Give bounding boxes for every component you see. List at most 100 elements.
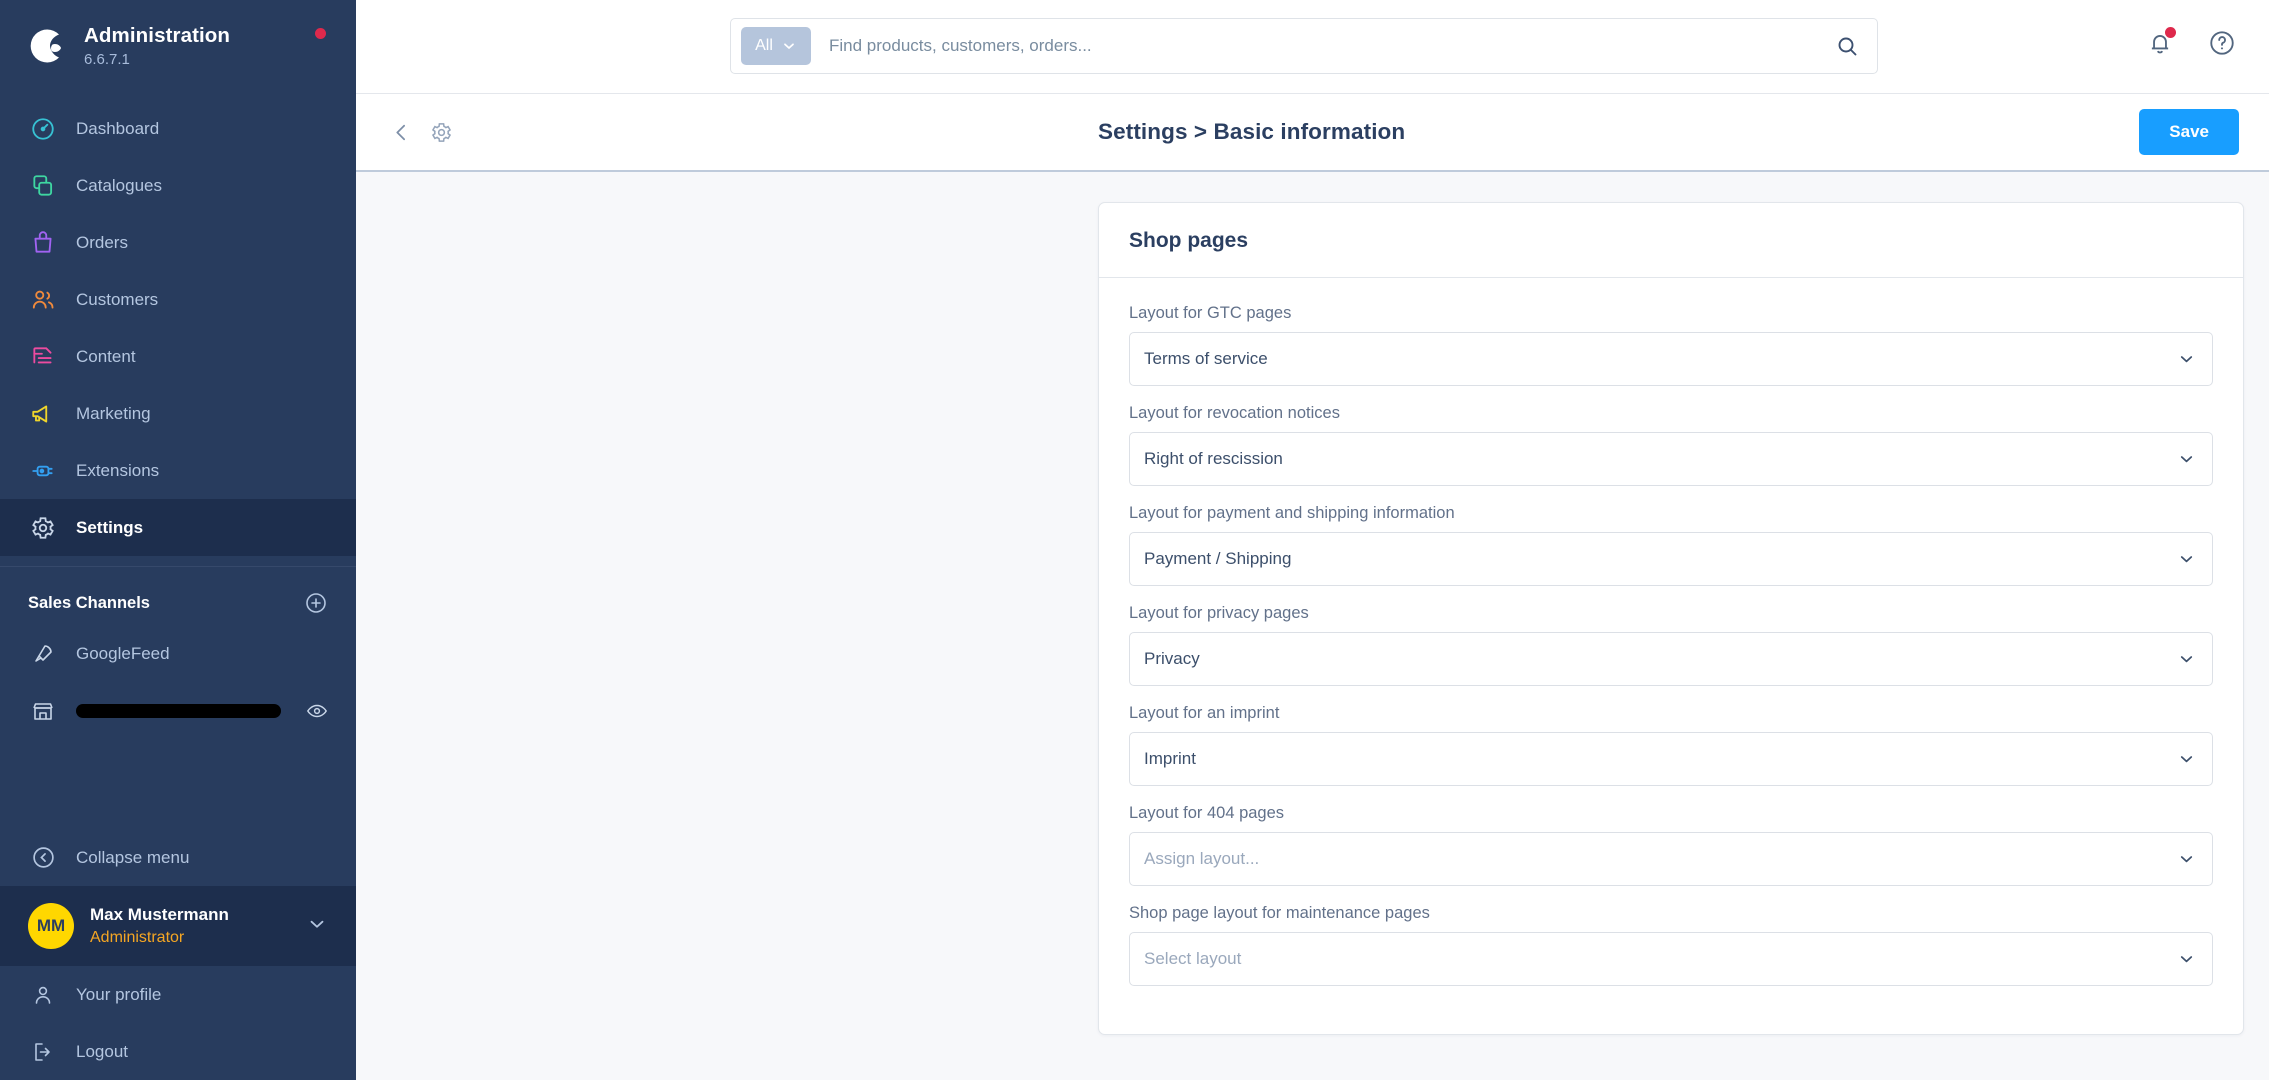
field-label: Layout for payment and shipping informat…: [1129, 504, 1455, 522]
sidebar-item-label: Settings: [76, 518, 144, 537]
page-header: Settings > Basic information Save: [356, 94, 2269, 172]
search-scope-label: All: [755, 37, 773, 54]
chevron-down-icon: [2177, 650, 2196, 669]
avatar: MM: [28, 903, 74, 949]
update-status-dot: [315, 28, 326, 39]
card-header: Shop pages: [1099, 203, 2243, 278]
select-maintenance-pages[interactable]: Select layout: [1129, 932, 2213, 986]
redacted-sales-channel-name: [76, 703, 281, 718]
search-icon[interactable]: [1825, 24, 1869, 68]
sidebar-item-label: Extensions: [76, 461, 160, 480]
main-area: All Find products, customers, orders... …: [356, 0, 2269, 1080]
content-icon: [28, 342, 58, 372]
sidebar-item-catalogues[interactable]: Catalogues: [0, 157, 356, 214]
chevron-down-icon: [781, 38, 797, 54]
eye-icon[interactable]: [306, 700, 328, 722]
storefront-icon: [28, 696, 58, 726]
select-gtc-pages[interactable]: Terms of service: [1129, 332, 2213, 386]
notification-badge-dot: [2165, 27, 2176, 38]
shopware-logo-icon: [28, 26, 68, 66]
select-imprint[interactable]: Imprint: [1129, 732, 2213, 786]
search-input[interactable]: [811, 36, 1825, 56]
select-value: Privacy: [1144, 649, 1200, 668]
sidebar-item-orders[interactable]: Orders: [0, 214, 356, 271]
global-search-bar: All: [730, 18, 1878, 74]
collapse-menu-button[interactable]: Collapse menu: [0, 829, 356, 886]
sidebar-item-label: Customers: [76, 290, 159, 309]
sidebar-brand[interactable]: Administration 6.6.7.1: [0, 0, 356, 92]
search-scope-dropdown[interactable]: All: [741, 27, 811, 65]
field-maintenance-pages: Shop page layout for maintenance pages S…: [1129, 904, 2213, 986]
sales-channel-item-googlefeed[interactable]: GoogleFeed: [0, 625, 356, 682]
logout-icon: [28, 1037, 58, 1067]
topbar: All: [356, 0, 2269, 94]
field-gtc-pages: Layout for GTC pages Terms of service: [1129, 304, 2213, 386]
select-revocation-notices[interactable]: Right of rescission: [1129, 432, 2213, 486]
sidebar-item-label: Your profile: [76, 984, 162, 1004]
card-body: Layout for GTC pages Terms of service La…: [1099, 278, 2243, 1034]
field-404-pages: Layout for 404 pages Assign layout...: [1129, 804, 2213, 886]
sidebar-item-dashboard[interactable]: Dashboard: [0, 100, 356, 157]
user-menu[interactable]: MM Max Mustermann Administrator: [0, 886, 356, 966]
select-value: Terms of service: [1144, 349, 1268, 368]
select-value: Right of rescission: [1144, 449, 1283, 468]
sales-channel-item-redacted[interactable]: [0, 682, 356, 739]
bell-icon[interactable]: [2143, 26, 2177, 60]
help-circle-icon[interactable]: [2205, 26, 2239, 60]
user-name: Max Mustermann: [90, 904, 229, 924]
select-value: Select layout: [1144, 949, 1242, 968]
sidebar-item-logout[interactable]: Logout: [0, 1023, 356, 1080]
field-label: Layout for revocation notices: [1129, 404, 1340, 422]
select-404-pages[interactable]: Assign layout...: [1129, 832, 2213, 886]
select-value: Imprint: [1144, 749, 1196, 768]
breadcrumb: Settings > Basic information: [1098, 119, 1406, 144]
sidebar-item-content[interactable]: Content: [0, 328, 356, 385]
chevron-down-icon: [2177, 550, 2196, 569]
sidebar-item-customers[interactable]: Customers: [0, 271, 356, 328]
sidebar-item-marketing[interactable]: Marketing: [0, 385, 356, 442]
save-button[interactable]: Save: [2139, 109, 2239, 155]
select-privacy-pages[interactable]: Privacy: [1129, 632, 2213, 686]
field-label: Layout for privacy pages: [1129, 604, 1309, 622]
sidebar-item-label: Catalogues: [76, 176, 163, 195]
catalogues-icon: [28, 171, 58, 201]
collapse-menu-label: Collapse menu: [76, 847, 190, 867]
sidebar-item-label: Content: [76, 347, 136, 366]
customers-icon: [28, 285, 58, 315]
marketing-icon: [28, 399, 58, 429]
extensions-icon: [28, 456, 58, 486]
add-circle-icon[interactable]: [304, 591, 328, 615]
chevron-down-icon: [2177, 950, 2196, 969]
field-imprint: Layout for an imprint Imprint: [1129, 704, 2213, 786]
chevron-down-icon: [2177, 350, 2196, 369]
field-label: Layout for GTC pages: [1129, 304, 1292, 322]
rocket-icon: [28, 639, 58, 669]
user-role: Administrator: [90, 928, 185, 946]
field-label: Layout for 404 pages: [1129, 804, 1285, 822]
chevron-left-icon[interactable]: [384, 115, 418, 149]
sidebar-brand-version: 6.6.7.1: [84, 50, 130, 68]
sidebar-item-settings[interactable]: Settings: [0, 499, 356, 556]
sales-channels-title: Sales Channels: [28, 593, 150, 612]
sales-channels-header: Sales Channels: [0, 567, 356, 625]
select-value: Assign layout...: [1144, 849, 1260, 868]
chevron-down-icon: [2177, 450, 2196, 469]
sidebar-item-your-profile[interactable]: Your profile: [0, 966, 356, 1023]
select-payment-shipping[interactable]: Payment / Shipping: [1129, 532, 2213, 586]
select-value: Payment / Shipping: [1144, 549, 1292, 568]
collapse-menu-icon: [28, 843, 58, 873]
settings-gear-icon[interactable]: [424, 115, 458, 149]
app-root: Administration 6.6.7.1 Dashboard Catalog…: [0, 0, 2269, 1080]
sidebar-item-label: Marketing: [76, 404, 151, 423]
shop-pages-card: Shop pages Layout for GTC pages Terms of…: [1098, 202, 2244, 1035]
dashboard-icon: [28, 114, 58, 144]
chevron-down-icon: [2177, 850, 2196, 869]
sidebar-item-extensions[interactable]: Extensions: [0, 442, 356, 499]
field-privacy-pages: Layout for privacy pages Privacy: [1129, 604, 2213, 686]
content-scroll-area: Shop pages Layout for GTC pages Terms of…: [356, 172, 2269, 1080]
sidebar-item-label: Orders: [76, 233, 128, 252]
field-payment-shipping: Layout for payment and shipping informat…: [1129, 504, 2213, 586]
sidebar-item-label: Logout: [76, 1041, 128, 1061]
chevron-down-icon: [306, 913, 328, 940]
field-label: Shop page layout for maintenance pages: [1129, 904, 1430, 922]
